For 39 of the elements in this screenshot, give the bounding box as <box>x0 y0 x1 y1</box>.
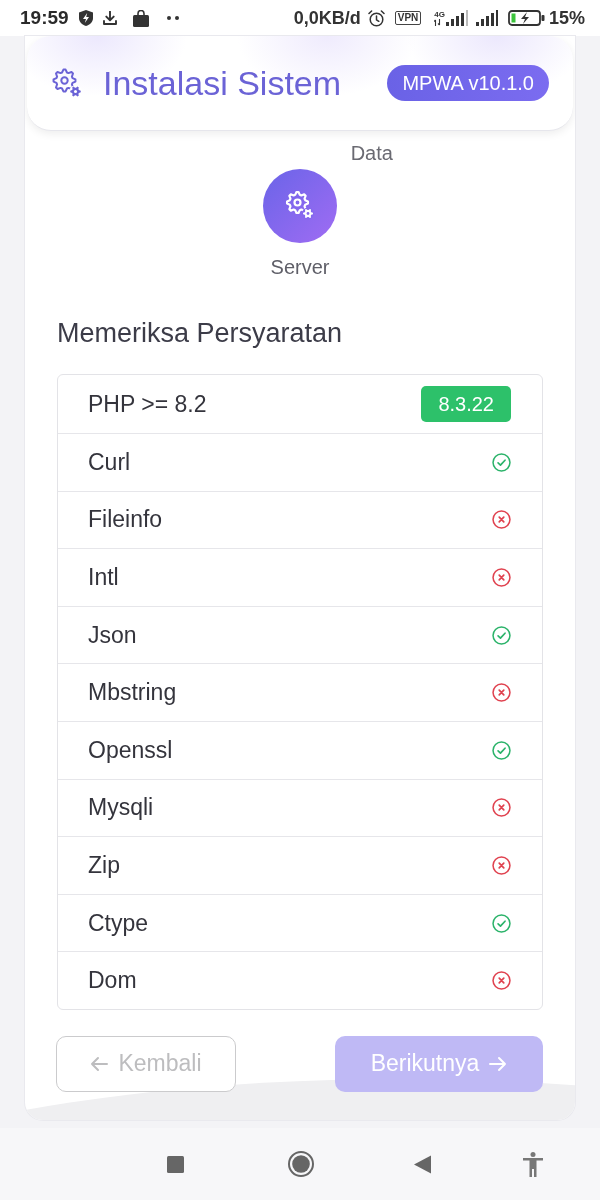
more-dots-icon <box>166 16 179 20</box>
data-arrows-icon <box>434 18 442 26</box>
requirement-name: Intl <box>88 564 120 591</box>
requirement-name: Openssl <box>88 736 174 764</box>
gears-icon <box>52 68 82 98</box>
arrow-left-icon <box>90 1055 109 1072</box>
clock-time: 19:59 <box>20 7 69 29</box>
section-heading: Memeriksa Persyaratan <box>57 317 344 349</box>
requirement-name: Ctype <box>88 909 150 937</box>
shield-bolt-icon <box>78 10 93 26</box>
triangle-icon[interactable] <box>414 1154 431 1174</box>
battery-percent-text: 15% <box>548 7 585 29</box>
version-badge: 8.3.22 <box>421 386 511 422</box>
step-label: Data <box>349 141 394 165</box>
circle-icon[interactable] <box>288 1151 314 1177</box>
requirement-name: Mysqli <box>88 794 155 822</box>
network-type-label: 4G <box>434 10 445 19</box>
requirement-name: Mbstring <box>88 679 178 707</box>
requirement-name: Zip <box>88 851 121 879</box>
requirement-name: Json <box>88 621 138 649</box>
requirement-name: PHP >= 8.2 <box>88 390 208 418</box>
step-label: Server <box>270 255 330 279</box>
version-badge: MPWA v10.1.0 <box>387 65 549 101</box>
battery-charging-icon <box>507 10 545 26</box>
square-icon[interactable] <box>167 1155 184 1173</box>
shopping-bag-icon <box>132 9 149 27</box>
signal-bars-icon <box>445 10 468 26</box>
step-gears-icon[interactable] <box>263 169 337 243</box>
page-title: Instalasi Sistem <box>103 63 342 103</box>
requirement-name: Fileinfo <box>88 506 164 534</box>
data-rate-text: 0,0KB/d <box>293 7 361 29</box>
arrow-right-icon <box>489 1055 508 1072</box>
requirement-name: Curl <box>88 448 132 476</box>
vpn-indicator: VPN <box>394 11 422 25</box>
download-icon <box>102 11 117 25</box>
alarm-clock-icon <box>367 9 385 27</box>
signal-bars-icon <box>475 10 498 26</box>
requirement-name: Dom <box>88 967 138 995</box>
accessibility-icon[interactable] <box>523 1151 543 1177</box>
